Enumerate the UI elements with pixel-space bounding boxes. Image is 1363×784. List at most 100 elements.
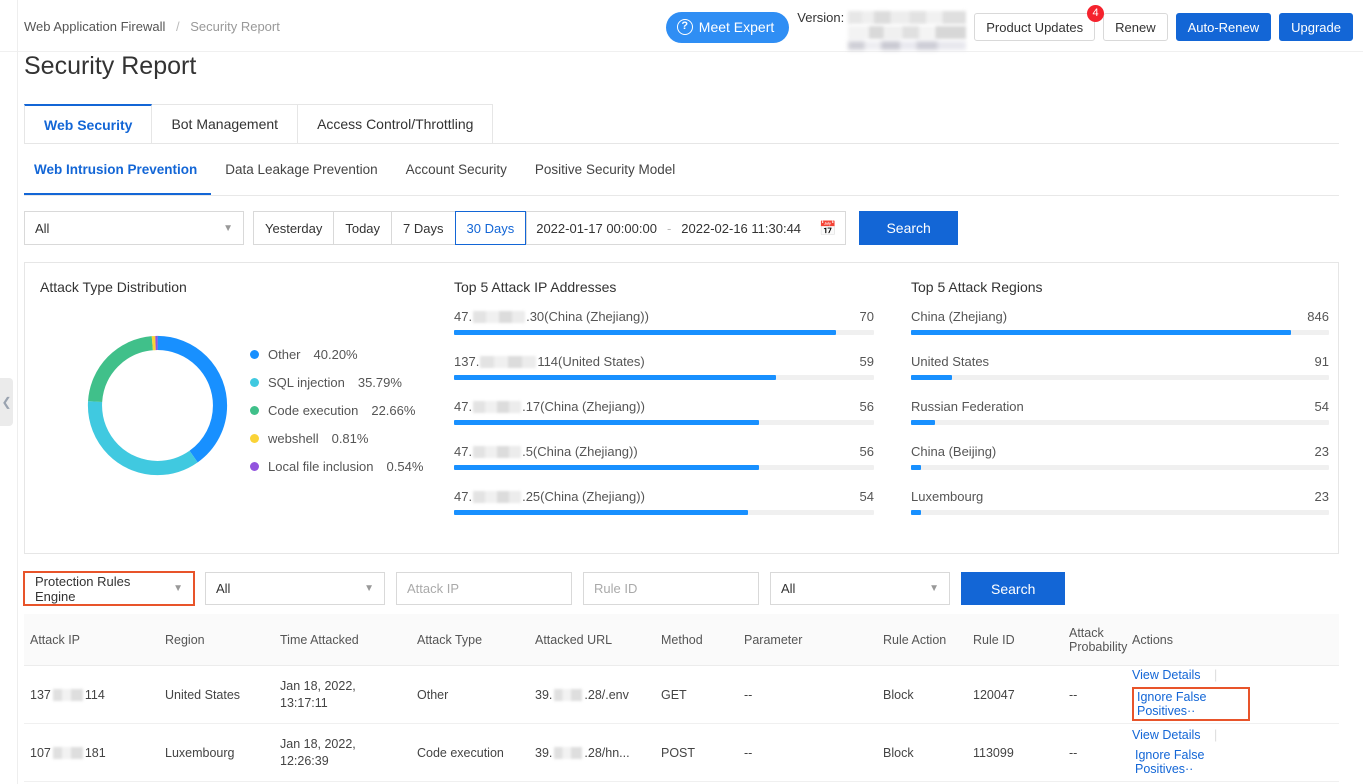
chevron-down-icon: ▼ <box>364 583 374 594</box>
subtab-label: Web Intrusion Prevention <box>34 162 198 177</box>
table-header-row: Attack IP Region Time Attacked Attack Ty… <box>24 614 1339 666</box>
ip-suffix: 114(United States) <box>537 354 645 369</box>
meet-expert-button[interactable]: ? Meet Expert <box>665 11 790 43</box>
breadcrumb-separator: / <box>176 19 180 34</box>
report-filter-bar: All ▼ Yesterday Today 7 Days 30 Days 202… <box>24 211 958 245</box>
left-rail-divider <box>17 0 18 784</box>
log-search-button[interactable]: Search <box>961 572 1066 605</box>
tab-label: Access Control/Throttling <box>317 116 474 132</box>
ip-suffix: .17(China (Zhejiang)) <box>522 399 645 414</box>
legend-item: webshell 0.81% <box>250 431 423 446</box>
redaction-bar <box>848 26 967 39</box>
cell-method: GET <box>661 687 687 702</box>
time-range-segmented-control: Yesterday Today 7 Days 30 Days 2022-01-1… <box>253 211 847 245</box>
column-header-time-attacked: Time Attacked <box>280 632 359 647</box>
auto-renew-button[interactable]: Auto-Renew <box>1175 13 1272 41</box>
ignore-false-positives-link[interactable]: Ignore False Positives·· <box>1135 748 1204 776</box>
page-title: Security Report <box>24 52 197 80</box>
search-button[interactable]: Search <box>859 211 958 245</box>
redaction-bar <box>480 355 537 368</box>
rule-action-select[interactable]: All ▼ <box>770 572 950 605</box>
column-header-attack-ip: Attack IP <box>30 632 81 647</box>
product-updates-button[interactable]: Product Updates <box>974 13 1096 41</box>
redaction-bar <box>473 400 522 413</box>
bar-label: Luxembourg <box>911 489 984 504</box>
view-details-link[interactable]: View Details <box>1132 668 1201 682</box>
bar-fill <box>454 420 760 425</box>
sidebar-collapse-handle[interactable]: ❮ <box>0 378 13 426</box>
legend-color-swatch <box>250 462 259 471</box>
subtab-data-leakage-prevention[interactable]: Data Leakage Prevention <box>211 162 391 195</box>
range-30-days[interactable]: 30 Days <box>454 211 527 245</box>
date-start-value[interactable]: 2022-01-17 00:00:00 <box>536 221 657 236</box>
bar-fill <box>911 465 922 470</box>
cell-attack-type: Other <box>417 687 449 702</box>
question-circle-icon: ? <box>676 19 693 35</box>
ip-prefix: 47. <box>454 489 473 504</box>
tab-web-security[interactable]: Web Security <box>24 104 153 143</box>
ip-prefix: 137. <box>454 354 480 369</box>
column-header-attack-probability: Attack Probability <box>1069 625 1128 654</box>
version-label: Version: <box>797 10 845 25</box>
range-7-days[interactable]: 7 Days <box>391 211 455 245</box>
domain-select-value: All <box>35 220 50 236</box>
bar-item: 137. 114(United States) 59 <box>454 354 874 380</box>
subtab-positive-security-model[interactable]: Positive Security Model <box>521 162 689 195</box>
bar-track <box>911 330 1329 335</box>
product-updates-wrapper: Product Updates 4 <box>974 5 1105 41</box>
bar-item: 47. .5(China (Zhejiang)) 56 <box>454 444 874 470</box>
rule-id-placeholder: Rule ID <box>594 581 638 596</box>
redaction-bar <box>473 310 526 323</box>
calendar-icon[interactable]: 📅 <box>819 220 836 237</box>
tab-bot-management[interactable]: Bot Management <box>151 104 299 143</box>
upgrade-button[interactable]: Upgrade <box>1279 13 1353 41</box>
attack-ip-placeholder: Attack IP <box>407 581 460 596</box>
top-attack-regions-panel: Top 5 Attack Regions China (Zhejiang) 84… <box>900 263 1338 553</box>
bar-item: Russian Federation 54 <box>911 399 1329 425</box>
renew-button[interactable]: Renew <box>1103 13 1168 41</box>
range-label: 7 Days <box>403 220 444 236</box>
product-updates-badge: 4 <box>1087 5 1105 22</box>
ignore-false-positives-link[interactable]: Ignore False Positives·· <box>1137 690 1206 718</box>
bar-fill <box>911 510 922 515</box>
domain-select[interactable]: All ▼ <box>24 211 244 245</box>
date-range-picker[interactable]: 2022-01-17 00:00:00 - 2022-02-16 11:30:4… <box>526 211 847 245</box>
subtab-label: Data Leakage Prevention <box>225 162 378 177</box>
bar-value: 54 <box>859 489 874 504</box>
rule-id-input[interactable]: Rule ID <box>583 572 759 605</box>
cell-method: POST <box>661 745 696 760</box>
range-today[interactable]: Today <box>333 211 392 245</box>
panel-title: Top 5 Attack IP Addresses <box>454 279 617 295</box>
view-details-link[interactable]: View Details <box>1132 728 1201 742</box>
ip-suffix: .5(China (Zhejiang)) <box>522 444 638 459</box>
tab-access-control-throttling[interactable]: Access Control/Throttling <box>297 104 494 143</box>
cell-attack-probability: -- <box>1069 687 1078 702</box>
log-filter-bar: Protection Rules Engine ▼ All ▼ Attack I… <box>23 571 1066 606</box>
protection-engine-select[interactable]: Protection Rules Engine ▼ <box>23 571 195 606</box>
attack-type-select[interactable]: All ▼ <box>205 572 385 605</box>
date-end-value[interactable]: 2022-02-16 11:30:44 <box>681 221 801 236</box>
redaction-bar <box>554 746 583 759</box>
tab-label: Bot Management <box>171 116 279 132</box>
table-row: 107 181 Luxembourg Jan 18, 2022, 12:26:3… <box>24 724 1339 782</box>
version-info: Version: <box>797 7 967 50</box>
bar-label: China (Beijing) <box>911 444 997 459</box>
range-yesterday[interactable]: Yesterday <box>253 211 334 245</box>
subtab-account-security[interactable]: Account Security <box>392 162 521 195</box>
cell-rule-action: Block <box>883 745 914 760</box>
url-suffix: .28/hn... <box>584 745 630 760</box>
bar-label: China (Zhejiang) <box>911 309 1008 324</box>
ip-suffix: .30(China (Zhejiang)) <box>526 309 649 324</box>
secondary-tabs: Web Intrusion Prevention Data Leakage Pr… <box>24 162 1339 196</box>
column-header-method: Method <box>661 632 703 647</box>
bar-item: 47. .25(China (Zhejiang)) 54 <box>454 489 874 515</box>
subtab-web-intrusion-prevention[interactable]: Web Intrusion Prevention <box>24 162 212 195</box>
rule-action-value: All <box>781 581 796 596</box>
panel-title: Top 5 Attack Regions <box>911 279 1043 295</box>
legend-item: Other 40.20% <box>250 347 423 362</box>
attack-ip-input[interactable]: Attack IP <box>396 572 572 605</box>
bar-track <box>454 510 874 515</box>
breadcrumb-root[interactable]: Web Application Firewall <box>24 19 165 34</box>
legend-value: 0.54% <box>386 459 424 474</box>
donut-svg <box>87 335 228 476</box>
